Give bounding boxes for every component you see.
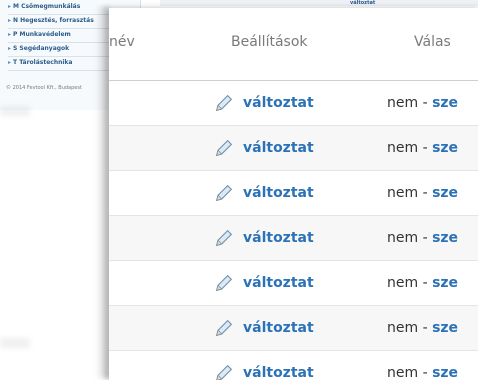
edit-link-label: változtat	[243, 320, 314, 336]
pencil-icon	[215, 94, 233, 112]
bullet-icon: ▸	[8, 17, 12, 24]
table-row: változtat nem - sze	[109, 126, 478, 171]
blurred-cell	[0, 338, 30, 348]
pencil-icon	[216, 364, 233, 380]
answer-value: nem -	[387, 95, 433, 111]
answer-link[interactable]: sze	[432, 230, 458, 246]
pencil-icon	[215, 229, 233, 247]
edit-link-label: változtat	[243, 230, 314, 246]
pencil-icon	[215, 184, 233, 202]
bullet-icon: ▸	[8, 31, 12, 38]
category-nav-label: T Tárolástechnika	[13, 59, 73, 66]
answer-cell: nem - sze	[387, 138, 458, 158]
column-header-answer: Válas	[414, 34, 451, 50]
answer-link[interactable]: sze	[432, 320, 458, 336]
bullet-icon: ▸	[8, 59, 12, 66]
answer-link[interactable]: sze	[432, 140, 458, 156]
edit-link[interactable]: változtat	[213, 183, 314, 203]
category-nav-item[interactable]: ▸ N Hegesztés, forrasztás	[8, 17, 94, 27]
category-nav-item[interactable]: ▸ S Segédanyagok	[8, 45, 69, 55]
answer-value: nem -	[387, 275, 433, 291]
answer-cell: nem - sze	[387, 363, 458, 380]
table-row: változtat nem - sze	[109, 351, 478, 380]
edit-link[interactable]: változtat	[213, 363, 314, 380]
category-nav-item[interactable]: ▸ P Munkavédelem	[8, 31, 71, 41]
answer-link[interactable]: sze	[432, 185, 458, 201]
answer-value: nem -	[387, 320, 433, 336]
table-row: változtat nem - sze	[109, 216, 478, 261]
category-nav-item[interactable]: ▸ M Csőmegmunkálás	[8, 3, 80, 13]
edit-link-label: változtat	[243, 95, 314, 111]
edit-link[interactable]: változtat	[213, 93, 314, 113]
edit-link[interactable]: változtat	[213, 228, 314, 248]
blurred-cell	[0, 106, 30, 116]
answer-cell: nem - sze	[387, 318, 458, 338]
edit-link-label: változtat	[243, 275, 314, 291]
category-nav-label: P Munkavédelem	[13, 31, 71, 38]
answer-value: nem -	[387, 230, 433, 246]
answer-cell: nem - sze	[387, 273, 458, 293]
edit-link[interactable]: változtat	[213, 273, 314, 293]
category-nav-label: S Segédanyagok	[13, 45, 70, 52]
category-nav-item[interactable]: ▸ T Tárolástechnika	[8, 59, 72, 69]
category-nav-label: N Hegesztés, forrasztás	[13, 17, 94, 24]
answer-cell: nem - sze	[387, 228, 458, 248]
background-edit-link[interactable]: változtat	[350, 0, 375, 6]
pencil-icon	[215, 139, 233, 157]
answer-link[interactable]: sze	[432, 95, 458, 111]
answer-cell: nem - sze	[387, 183, 458, 203]
edit-link-label: változtat	[243, 185, 314, 201]
bullet-icon: ▸	[8, 3, 12, 10]
answer-cell: nem - sze	[387, 93, 458, 113]
category-nav-label: M Csőmegmunkálás	[13, 3, 81, 10]
answer-value: nem -	[387, 140, 433, 156]
footer-copyright: © 2014 Fevtool Kft., Budapest	[6, 85, 82, 91]
table-row: változtat nem - sze	[109, 306, 478, 351]
edit-link[interactable]: változtat	[213, 138, 314, 158]
column-header-settings: Beállítások	[231, 34, 308, 50]
table-row: változtat nem - sze	[109, 171, 478, 216]
background-top-strip	[160, 0, 478, 6]
pencil-icon	[215, 274, 233, 292]
table-row: változtat nem - sze	[109, 261, 478, 306]
zoomed-table-panel: név Beállítások Válas változtat nem - sz…	[109, 8, 478, 380]
table-row: változtat nem - sze	[109, 81, 478, 126]
edit-link[interactable]: változtat	[213, 318, 314, 338]
answer-value: nem -	[387, 185, 433, 201]
panel-shadow	[95, 6, 109, 378]
table-header: név Beállítások Válas	[109, 8, 478, 81]
bullet-icon: ▸	[8, 45, 12, 52]
edit-link-label: változtat	[243, 140, 314, 156]
column-header-name: név	[109, 34, 135, 50]
pencil-icon	[215, 319, 233, 337]
answer-link[interactable]: sze	[432, 275, 458, 291]
